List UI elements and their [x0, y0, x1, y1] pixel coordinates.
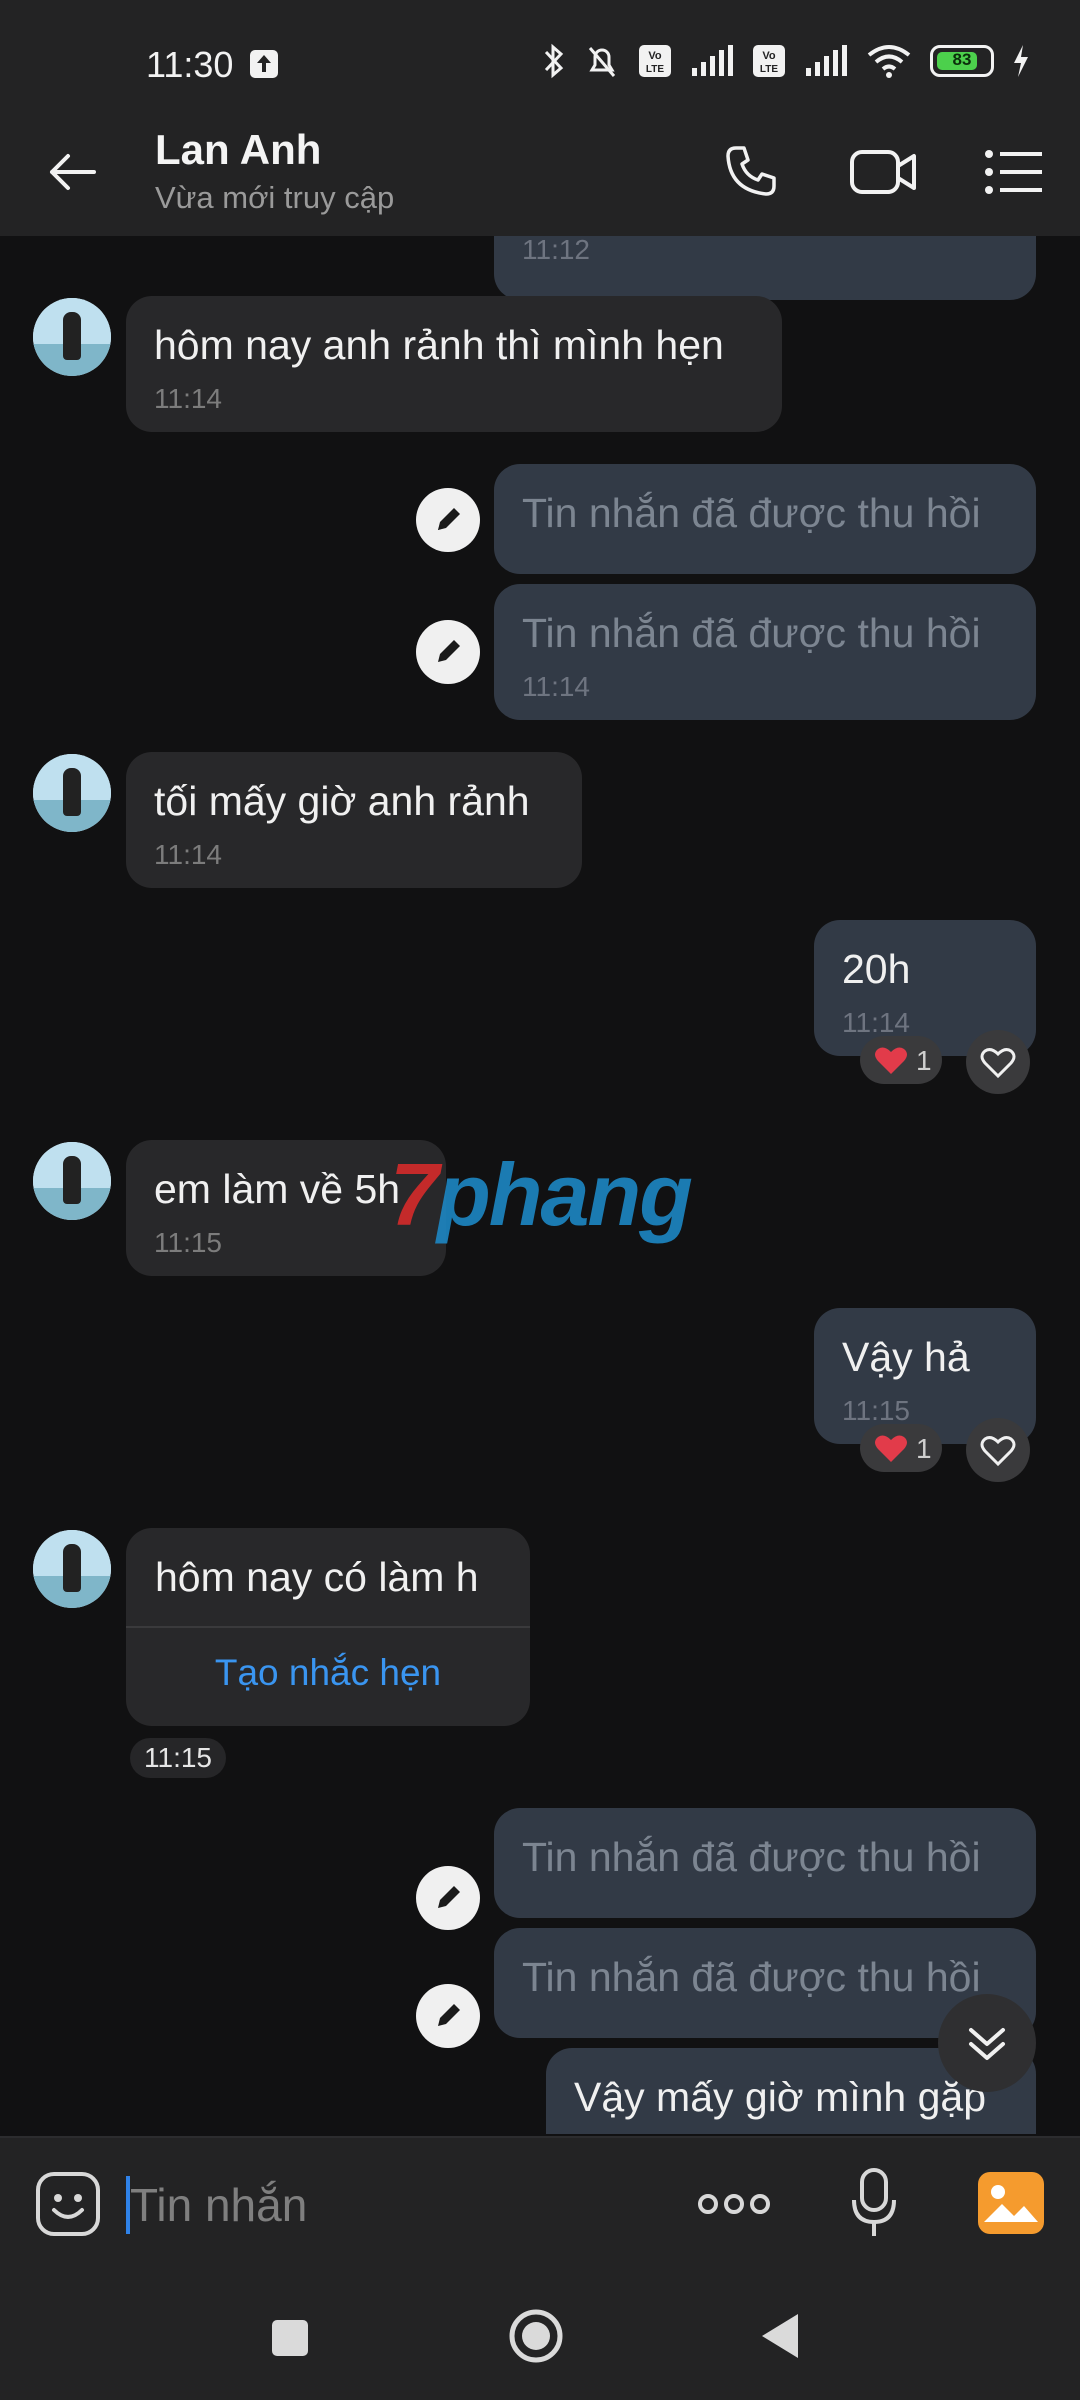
battery-indicator: 83 — [930, 45, 994, 77]
recalled-message-text: Tin nhắn đã được thu hồi — [522, 610, 981, 656]
volte-icon: Vo LTE — [753, 45, 785, 77]
pencil-icon — [438, 2004, 460, 2026]
nav-back-button[interactable] — [756, 2310, 806, 2367]
nav-recents-button[interactable] — [266, 2314, 314, 2367]
mic-icon — [852, 2168, 896, 2236]
message-text: Vậy hả — [842, 1334, 970, 1380]
message-bubble-outgoing[interactable]: Tin nhắn đã được thu hồi — [494, 464, 1036, 574]
heart-icon — [875, 1435, 907, 1462]
scroll-to-bottom-button[interactable] — [938, 1994, 1036, 2092]
nav-home-icon — [509, 2309, 563, 2363]
signal-icon — [692, 45, 733, 76]
status-bar: 11:30 Vo LTE Vo LTE 83 — [0, 0, 1080, 104]
image-button[interactable] — [976, 2170, 1046, 2241]
react-button[interactable] — [966, 1030, 1030, 1094]
call-button[interactable] — [720, 142, 780, 207]
recalled-message-text: Tin nhắn đã được thu hồi — [522, 1954, 981, 2000]
chat-header: Lan Anh Vừa mới truy cập — [0, 104, 1080, 236]
signal-icon — [806, 45, 847, 76]
watermark: 7phang — [390, 1144, 693, 1246]
video-icon — [850, 150, 916, 194]
svg-text:Vo: Vo — [648, 50, 662, 62]
nav-back-icon — [762, 2314, 798, 2358]
pencil-icon — [438, 640, 460, 662]
message-bubble-incoming[interactable]: hôm nay có làm h Tạo nhắc hẹn — [126, 1528, 530, 1726]
back-arrow-icon — [50, 154, 96, 190]
contact-status: Vừa mới truy cập — [155, 180, 395, 215]
charging-icon — [1014, 45, 1028, 77]
svg-text:LTE: LTE — [760, 64, 778, 75]
pencil-icon — [438, 1886, 460, 1908]
reaction-badge[interactable]: 1 — [860, 1036, 942, 1084]
avatar[interactable] — [33, 1142, 111, 1220]
create-reminder-link[interactable]: Tạo nhắc hẹn — [126, 1652, 530, 1694]
image-icon — [978, 2172, 1044, 2234]
pencil-icon — [438, 508, 460, 530]
recalled-message-text: Tin nhắn đã được thu hồi — [522, 490, 981, 536]
reaction-count: 1 — [916, 1045, 932, 1076]
mute-bell-icon — [588, 47, 616, 77]
bluetooth-icon — [544, 43, 564, 79]
message-text: hôm nay có làm h — [155, 1554, 479, 1600]
edit-button[interactable] — [416, 1984, 480, 2048]
more-icon — [698, 2194, 770, 2214]
heart-icon — [875, 1047, 907, 1074]
message-text: em làm về 5h — [154, 1166, 401, 1212]
message-bubble-outgoing[interactable]: Tin nhắn đã được thu hồi 11:14 — [494, 584, 1036, 720]
voice-button[interactable] — [846, 2166, 902, 2245]
reaction-badge[interactable]: 1 — [860, 1424, 942, 1472]
emoji-button[interactable] — [34, 2170, 102, 2243]
edit-button[interactable] — [416, 488, 480, 552]
avatar[interactable] — [33, 754, 111, 832]
video-call-button[interactable] — [848, 142, 918, 207]
message-input-bar: Tin nhắn — [0, 2136, 1080, 2272]
message-bubble-incoming[interactable]: hôm nay anh rảnh thì mình hẹn 11:14 — [126, 296, 782, 432]
battery-level: 83 — [952, 50, 972, 69]
edit-button[interactable] — [416, 1866, 480, 1930]
react-button[interactable] — [966, 1418, 1030, 1482]
emoji-icon — [36, 2172, 100, 2236]
avatar[interactable] — [33, 1530, 111, 1608]
edit-button[interactable] — [416, 620, 480, 684]
status-time: 11:30 — [146, 44, 234, 85]
message-time: 11:14 — [522, 671, 590, 702]
message-time: 11:12 — [522, 236, 590, 265]
divider — [126, 1626, 530, 1628]
message-text: tối mấy giờ anh rảnh — [154, 778, 530, 824]
message-time: 11:15 — [130, 1738, 226, 1778]
contact-name[interactable]: Lan Anh — [155, 126, 321, 174]
nav-home-button[interactable] — [506, 2306, 566, 2371]
system-nav-bar — [0, 2270, 1080, 2400]
svg-text:LTE: LTE — [646, 64, 664, 75]
heart-outline-icon — [980, 1436, 1016, 1467]
message-text: 20h — [842, 946, 911, 992]
chevrons-down-icon — [969, 2028, 1005, 2060]
status-icons: Vo LTE Vo LTE 83 — [542, 42, 1030, 80]
watermark-prefix: 7 — [390, 1145, 439, 1244]
more-button[interactable] — [696, 2184, 772, 2229]
message-time: 11:14 — [154, 383, 222, 414]
message-input[interactable]: Tin nhắn — [130, 2178, 307, 2232]
upload-icon — [250, 50, 278, 78]
svg-text:Vo: Vo — [762, 50, 776, 62]
back-button[interactable] — [44, 144, 100, 205]
watermark-text: phang — [436, 1145, 693, 1244]
recalled-message-text: Tin nhắn đã được thu hồi — [522, 1834, 981, 1880]
phone-icon — [726, 146, 776, 196]
menu-list-icon — [985, 150, 1042, 194]
message-bubble-outgoing[interactable]: Tin nhắn đã được thu hồi — [494, 1808, 1036, 1918]
volte-icon: Vo LTE — [639, 45, 671, 77]
wifi-icon — [867, 45, 911, 78]
heart-outline-icon — [980, 1048, 1016, 1079]
reaction-count: 1 — [916, 1433, 932, 1464]
message-text: Vậy mấy giờ mình gặp — [574, 2074, 987, 2120]
message-bubble-outgoing[interactable]: 11:12 — [494, 236, 1036, 300]
nav-recents-icon — [272, 2320, 308, 2356]
chat-menu-button[interactable] — [984, 142, 1046, 207]
avatar[interactable] — [33, 298, 111, 376]
message-bubble-incoming[interactable]: tối mấy giờ anh rảnh 11:14 — [126, 752, 582, 888]
message-time: 11:15 — [154, 1227, 222, 1258]
message-time: 11:14 — [154, 839, 222, 870]
message-text: hôm nay anh rảnh thì mình hẹn — [154, 322, 724, 368]
